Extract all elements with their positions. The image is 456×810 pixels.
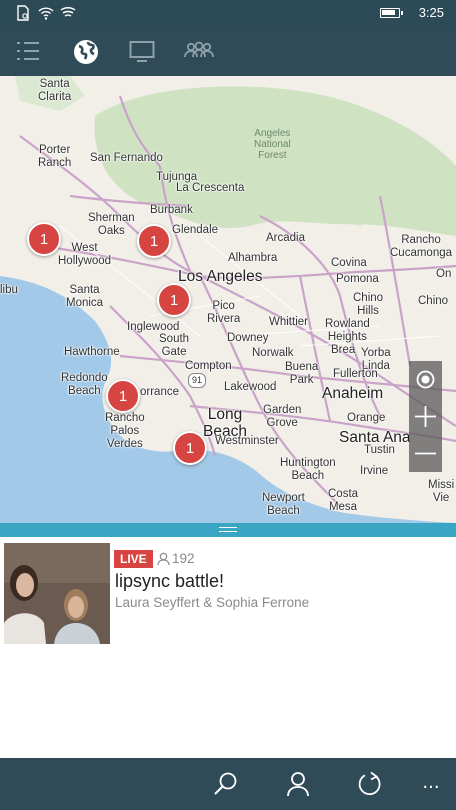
app-bar: ...: [0, 758, 456, 810]
more-button[interactable]: ...: [420, 771, 442, 797]
map-label: Chino Hills: [353, 292, 384, 317]
refresh-icon: [358, 771, 381, 796]
map-label: Compton: [185, 360, 232, 372]
map-label: Pomona: [336, 273, 379, 285]
map-label: Huntington Beach: [280, 457, 336, 482]
stream-cluster-marker[interactable]: 1: [173, 431, 207, 465]
tab-list[interactable]: [15, 39, 41, 65]
zoom-in-button[interactable]: [409, 398, 442, 435]
stream-users: Laura Seyffert & Sophia Ferrone: [115, 595, 310, 610]
map-controls: [409, 361, 442, 472]
wifi-icon: [60, 7, 76, 17]
map-label: Arcadia: [266, 232, 305, 244]
search-button[interactable]: [213, 771, 239, 797]
map-label: Lakewood: [224, 381, 277, 393]
map-label: West Hollywood: [58, 242, 112, 267]
tab-people[interactable]: [183, 39, 215, 65]
viewer-count: 192: [172, 551, 195, 566]
map-label: Norwalk: [252, 347, 294, 359]
search-icon: [214, 772, 237, 795]
map-label: Rowland Heights: [325, 318, 370, 343]
map-label: orrance: [140, 386, 179, 398]
map-label: Angeles National Forest: [254, 128, 291, 161]
stream-cluster-marker[interactable]: 1: [137, 224, 171, 258]
stream-cluster-marker[interactable]: 1: [27, 222, 61, 256]
map-label: Newport Beach: [262, 492, 305, 517]
map-label: Porter Ranch: [38, 144, 72, 169]
tab-map[interactable]: [73, 39, 99, 65]
clock: 3:25: [418, 5, 444, 20]
map-label: Brea: [331, 344, 356, 356]
tab-tv[interactable]: [129, 39, 155, 65]
map-label: Pico Rivera: [207, 300, 241, 325]
map-label: libu: [0, 284, 18, 296]
map-label: Orange: [347, 412, 386, 424]
zoom-out-button[interactable]: [409, 435, 442, 472]
map-label: San Fernando: [90, 152, 163, 164]
battery-icon: [380, 8, 403, 18]
viewer-icon: [157, 552, 170, 566]
profile-icon: [287, 772, 309, 797]
map-label: Fullerton: [333, 368, 378, 380]
map-view[interactable]: Santa Clarita Porter Ranch San Fernando …: [0, 76, 456, 523]
profile-button[interactable]: [285, 771, 311, 797]
zoom-out-icon: [415, 452, 436, 455]
map-label: Glendale: [172, 224, 219, 236]
map-label: Redondo Beach: [61, 372, 108, 397]
map-label: Chino: [418, 295, 449, 307]
list-icon: [17, 42, 39, 60]
people-icon: [184, 41, 214, 58]
wifi-calling-icon: [38, 7, 54, 20]
notification-icon: [17, 5, 29, 21]
map-label: Buena Park: [285, 361, 319, 386]
map-label: 91: [188, 373, 207, 388]
map-label: South Gate: [159, 333, 190, 358]
locate-button[interactable]: [409, 361, 442, 398]
stream-cluster-marker[interactable]: 1: [157, 283, 191, 317]
map-label: Anaheim: [322, 385, 384, 402]
stream-title: lipsync battle!: [115, 571, 225, 591]
map-label: Santa Monica: [66, 284, 104, 309]
top-nav: [0, 27, 456, 76]
stream-thumbnail: [4, 543, 110, 644]
map-label: Garden Grove: [263, 404, 302, 429]
globe-icon: [74, 40, 98, 64]
map-label: Rancho Palos Verdes: [105, 412, 145, 450]
map-label: Rancho Cucamonga: [390, 234, 453, 259]
zoom-in-icon: [415, 406, 436, 427]
map-label: Sherman Oaks: [88, 212, 135, 237]
status-bar: 3:25: [0, 0, 456, 27]
map-label: Westminster: [215, 435, 279, 447]
map-label: On: [436, 268, 452, 280]
tv-icon: [129, 41, 155, 62]
map-label: Costa Mesa: [328, 488, 359, 513]
map-label: Whittier: [269, 316, 308, 328]
stream-cluster-marker[interactable]: 1: [106, 379, 140, 413]
map-label: Covina: [331, 257, 367, 269]
stream-list-item[interactable]: LIVE 192 lipsync battle! Laura Seyffert …: [0, 537, 456, 647]
live-badge: LIVE: [114, 550, 153, 568]
map-label: Irvine: [360, 465, 389, 477]
refresh-button[interactable]: [357, 771, 383, 797]
map-label: Tustin: [364, 444, 395, 456]
map-label: Alhambra: [228, 252, 278, 264]
grip-icon: [219, 527, 237, 532]
more-icon: ...: [422, 772, 440, 793]
map-label: Burbank: [150, 204, 193, 216]
locate-icon: [416, 370, 435, 389]
map-label: La Crescenta: [176, 182, 245, 194]
map-label: Los Angeles: [178, 268, 263, 285]
map-label: Missi Vie: [428, 479, 455, 504]
map-label: Santa Clarita: [38, 78, 72, 103]
panel-resize-handle[interactable]: [0, 523, 456, 537]
map-label: Hawthorne: [64, 346, 120, 358]
map-label: Downey: [227, 332, 269, 344]
